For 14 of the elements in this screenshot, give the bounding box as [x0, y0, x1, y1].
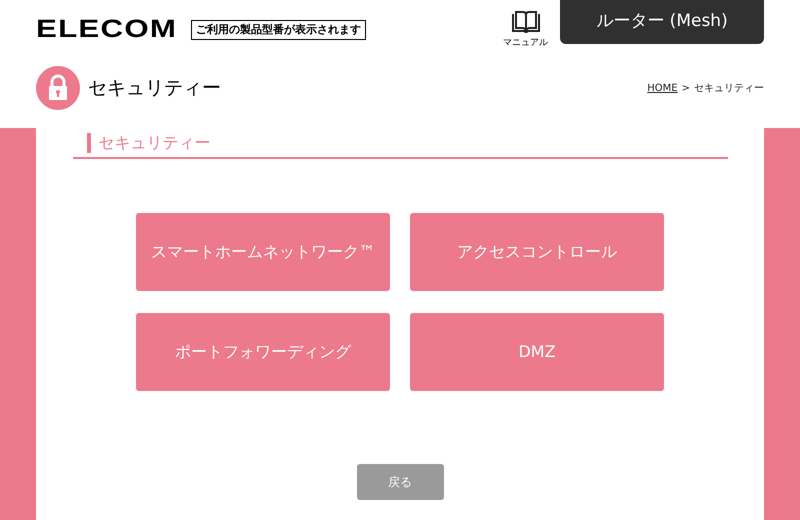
menu-button[interactable]: DMZ	[410, 313, 664, 391]
breadcrumb-item: >	[682, 82, 690, 96]
breadcrumb-item: セキュリティー	[694, 82, 764, 96]
model-notice: ご利用の製品型番が表示されます	[190, 20, 366, 40]
lock-icon	[36, 66, 80, 110]
menu-button[interactable]: アクセスコントロール	[410, 213, 664, 291]
breadcrumb-link[interactable]: HOME	[647, 80, 678, 96]
page-title: セキュリティー	[88, 76, 221, 101]
logo: ELECOM	[36, 17, 178, 42]
menu-button[interactable]: ポートフォワーディング	[136, 313, 390, 391]
section-heading: セキュリティー	[98, 132, 210, 154]
book-icon	[510, 10, 540, 34]
menu-button[interactable]: スマートホームネットワーク™	[136, 213, 390, 291]
manual-link[interactable]: マニュアル	[503, 10, 548, 50]
